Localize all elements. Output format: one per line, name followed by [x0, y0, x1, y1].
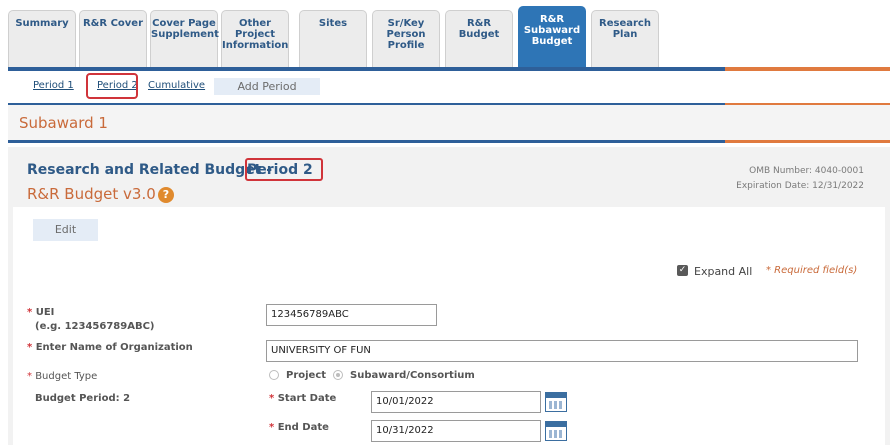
- start-date-label: * Start Date: [269, 393, 337, 404]
- period-nav: Period 1 Period 2 Cumulative: [8, 72, 890, 100]
- period-2-highlight: [86, 73, 138, 99]
- subaward-radio[interactable]: [333, 370, 343, 380]
- subaward-title: Subaward 1: [19, 114, 108, 132]
- form-version: R&R Budget v3.0: [27, 185, 156, 203]
- tab-rr-budget[interactable]: R&R Budget: [445, 10, 513, 68]
- edit-button[interactable]: Edit: [33, 219, 98, 241]
- tab-other-project-information[interactable]: Other Project Information: [221, 10, 289, 68]
- org-name-input[interactable]: UNIVERSITY OF FUN: [266, 340, 858, 362]
- project-radio-label: Project: [286, 370, 327, 381]
- tab-research-plan[interactable]: Research Plan: [591, 10, 659, 68]
- uei-input[interactable]: 123456789ABC: [266, 304, 437, 326]
- tab-cover-page-supplement[interactable]: Cover Page Supplement: [150, 10, 219, 68]
- budget-period-label: Budget Period: 2: [35, 393, 131, 404]
- cumulative-link[interactable]: Cumulative: [148, 80, 205, 91]
- subaward-radio-label: Subaward/Consortium: [350, 370, 475, 381]
- org-name-label: * Enter Name of Organization: [27, 342, 193, 353]
- start-date-calendar-icon[interactable]: [545, 392, 567, 412]
- form-title: Research and Related Budget -: [27, 162, 273, 178]
- expand-all-label[interactable]: Expand All: [694, 265, 752, 278]
- help-icon[interactable]: ?: [158, 187, 174, 203]
- tab-rr-subaward-budget[interactable]: R&R Subaward Budget: [518, 6, 586, 68]
- tab-underline-orange: [725, 67, 890, 71]
- required-fields-note: * Required field(s): [766, 265, 858, 276]
- end-date-label: * End Date: [269, 422, 329, 433]
- add-period-button[interactable]: Add Period: [214, 78, 320, 95]
- budget-type-label: * Budget Type: [27, 371, 98, 382]
- tab-rr-cover[interactable]: R&R Cover: [79, 10, 147, 68]
- subaward-header: [8, 105, 890, 141]
- expiration-date: Expiration Date: 12/31/2022: [736, 181, 864, 191]
- tab-summary[interactable]: Summary: [8, 10, 76, 68]
- uei-example: (e.g. 123456789ABC): [35, 321, 155, 332]
- subaward-divider-blue: [8, 140, 725, 143]
- uei-label: * UEI: [27, 307, 55, 318]
- tab-underline-blue: [8, 67, 725, 71]
- project-radio[interactable]: [269, 370, 279, 380]
- expand-all-checkbox[interactable]: ✓: [677, 265, 688, 276]
- tab-bar: Summary R&R Cover Cover Page Supplement …: [0, 0, 890, 72]
- omb-info: OMB Number: 4040-0001 Expiration Date: 1…: [736, 164, 864, 194]
- omb-number: OMB Number: 4040-0001: [749, 166, 864, 176]
- start-date-input[interactable]: 10/01/2022: [371, 391, 541, 413]
- subaward-divider-orange: [725, 140, 890, 143]
- period-1-link[interactable]: Period 1: [33, 80, 74, 91]
- tab-sites[interactable]: Sites: [299, 10, 367, 68]
- end-date-input[interactable]: 10/31/2022: [371, 420, 541, 442]
- form-period-highlight: [245, 158, 323, 181]
- end-date-calendar-icon[interactable]: [545, 421, 567, 441]
- tab-sr-key-person-profile[interactable]: Sr/Key Person Profile: [372, 10, 440, 68]
